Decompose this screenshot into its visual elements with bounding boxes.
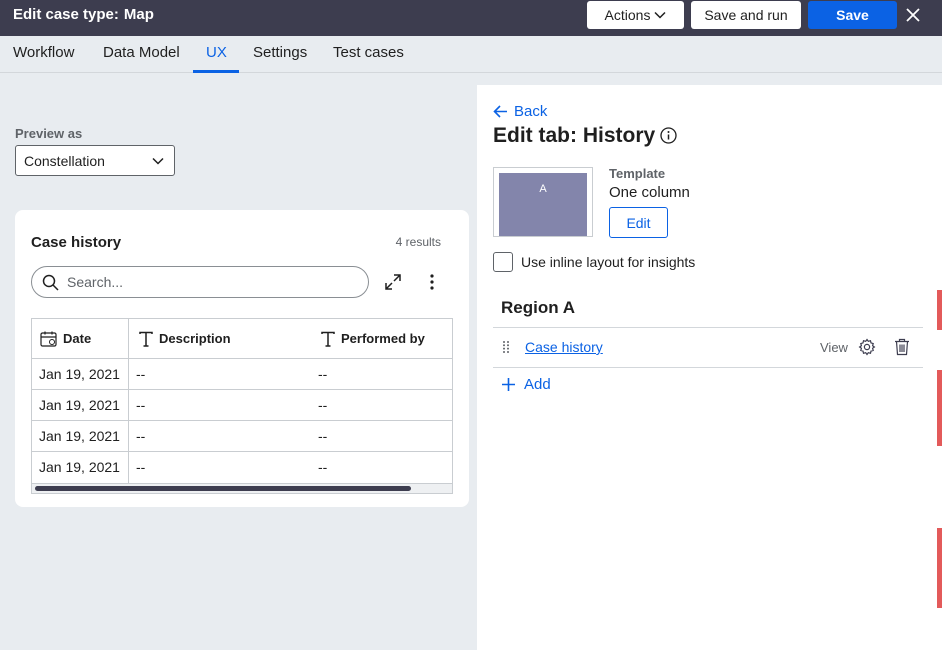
info-icon[interactable] bbox=[660, 127, 677, 144]
table-row: Jan 19, 2021 -- -- bbox=[32, 359, 452, 390]
tab-ux[interactable]: UX bbox=[206, 44, 227, 61]
divider bbox=[493, 367, 923, 368]
background-edge bbox=[937, 290, 942, 330]
save-button[interactable]: Save bbox=[808, 1, 897, 29]
background-edge bbox=[937, 370, 942, 446]
scrollbar-thumb[interactable] bbox=[35, 486, 411, 491]
cell-date: Jan 19, 2021 bbox=[39, 459, 120, 475]
tab-settings[interactable]: Settings bbox=[253, 44, 307, 61]
table-row: Jan 19, 2021 -- -- bbox=[32, 421, 452, 452]
cell-performed-by: -- bbox=[318, 397, 328, 413]
search-box[interactable] bbox=[31, 266, 369, 298]
case-history-widget: Case history 4 results Date Description … bbox=[15, 210, 469, 507]
title-prefix: Edit case type: bbox=[13, 6, 119, 23]
arrow-left-icon bbox=[493, 105, 507, 118]
tab-test-cases[interactable]: Test cases bbox=[333, 44, 404, 61]
preview-as-label: Preview as bbox=[15, 126, 83, 141]
edit-tab-title: Edit tab: History bbox=[493, 124, 656, 147]
case-history-view-link[interactable]: Case history bbox=[525, 339, 603, 355]
text-type-icon bbox=[321, 331, 335, 347]
template-region-a: A bbox=[499, 173, 587, 236]
cell-description: -- bbox=[136, 459, 146, 475]
search-input[interactable] bbox=[67, 274, 347, 290]
back-label: Back bbox=[514, 103, 548, 120]
cell-performed-by: -- bbox=[318, 366, 328, 382]
inline-layout-checkbox[interactable] bbox=[493, 252, 513, 272]
back-link[interactable]: Back bbox=[493, 103, 547, 120]
add-view-button[interactable]: Add bbox=[501, 376, 551, 393]
divider bbox=[493, 327, 923, 328]
region-title: Region A bbox=[501, 298, 575, 317]
template-label: Template bbox=[609, 166, 666, 181]
cell-performed-by: -- bbox=[318, 428, 328, 444]
search-icon bbox=[42, 274, 59, 291]
table-header: Date Description Performed by bbox=[32, 319, 452, 359]
cell-date: Jan 19, 2021 bbox=[39, 397, 120, 413]
actions-label: Actions bbox=[604, 7, 651, 23]
view-type-label: View bbox=[820, 340, 848, 355]
edit-tab-panel: Back Edit tab: History A Template One co… bbox=[477, 85, 942, 650]
column-header-performed-by[interactable]: Performed by bbox=[321, 319, 425, 358]
chevron-down-icon bbox=[152, 157, 164, 165]
case-type-name: Map bbox=[123, 6, 154, 23]
preview-as-value: Constellation bbox=[24, 152, 105, 169]
cell-description: -- bbox=[136, 428, 146, 444]
edit-template-button[interactable]: Edit bbox=[609, 207, 668, 238]
column-label: Performed by bbox=[341, 331, 425, 346]
plus-icon bbox=[502, 378, 515, 391]
actions-button[interactable]: Actions bbox=[587, 1, 684, 29]
horizontal-scrollbar[interactable] bbox=[31, 484, 453, 494]
more-options-icon[interactable] bbox=[429, 274, 435, 290]
add-label: Add bbox=[524, 376, 551, 393]
tab-bar: Workflow Data Model UX Settings Test cas… bbox=[0, 36, 942, 73]
preview-as-select[interactable]: Constellation bbox=[15, 145, 175, 176]
cell-description: -- bbox=[136, 366, 146, 382]
cell-date: Jan 19, 2021 bbox=[39, 366, 120, 382]
close-icon[interactable] bbox=[904, 6, 922, 24]
column-header-description[interactable]: Description bbox=[139, 319, 231, 358]
calendar-icon bbox=[40, 331, 57, 347]
case-history-table: Date Description Performed by Jan 19, 20… bbox=[31, 318, 453, 484]
text-type-icon bbox=[139, 331, 153, 347]
active-tab-indicator bbox=[193, 70, 239, 73]
cell-performed-by: -- bbox=[318, 459, 328, 475]
gear-icon[interactable] bbox=[858, 338, 876, 356]
background-edge bbox=[937, 528, 942, 608]
header-bar: Edit case type: Map Actions Save and run … bbox=[0, 0, 942, 36]
tab-data-model[interactable]: Data Model bbox=[103, 44, 180, 61]
inline-layout-label: Use inline layout for insights bbox=[521, 254, 696, 270]
trash-icon[interactable] bbox=[894, 338, 910, 356]
drag-handle-icon[interactable] bbox=[502, 340, 510, 354]
case-history-title: Case history bbox=[31, 234, 122, 251]
cell-date: Jan 19, 2021 bbox=[39, 428, 120, 444]
chevron-down-icon bbox=[654, 11, 666, 19]
template-thumbnail: A bbox=[493, 167, 593, 237]
template-value: One column bbox=[609, 184, 690, 201]
cell-description: -- bbox=[136, 397, 146, 413]
table-row: Jan 19, 2021 -- -- bbox=[32, 390, 452, 421]
expand-icon[interactable] bbox=[385, 274, 401, 290]
table-row: Jan 19, 2021 -- -- bbox=[32, 452, 452, 483]
results-count: 4 results bbox=[395, 235, 441, 249]
page-title: Edit case type: Map bbox=[13, 6, 154, 23]
tab-workflow[interactable]: Workflow bbox=[13, 44, 74, 61]
column-header-date[interactable]: Date bbox=[40, 319, 91, 358]
column-label: Description bbox=[159, 331, 231, 346]
save-and-run-button[interactable]: Save and run bbox=[691, 1, 801, 29]
column-label: Date bbox=[63, 331, 92, 346]
